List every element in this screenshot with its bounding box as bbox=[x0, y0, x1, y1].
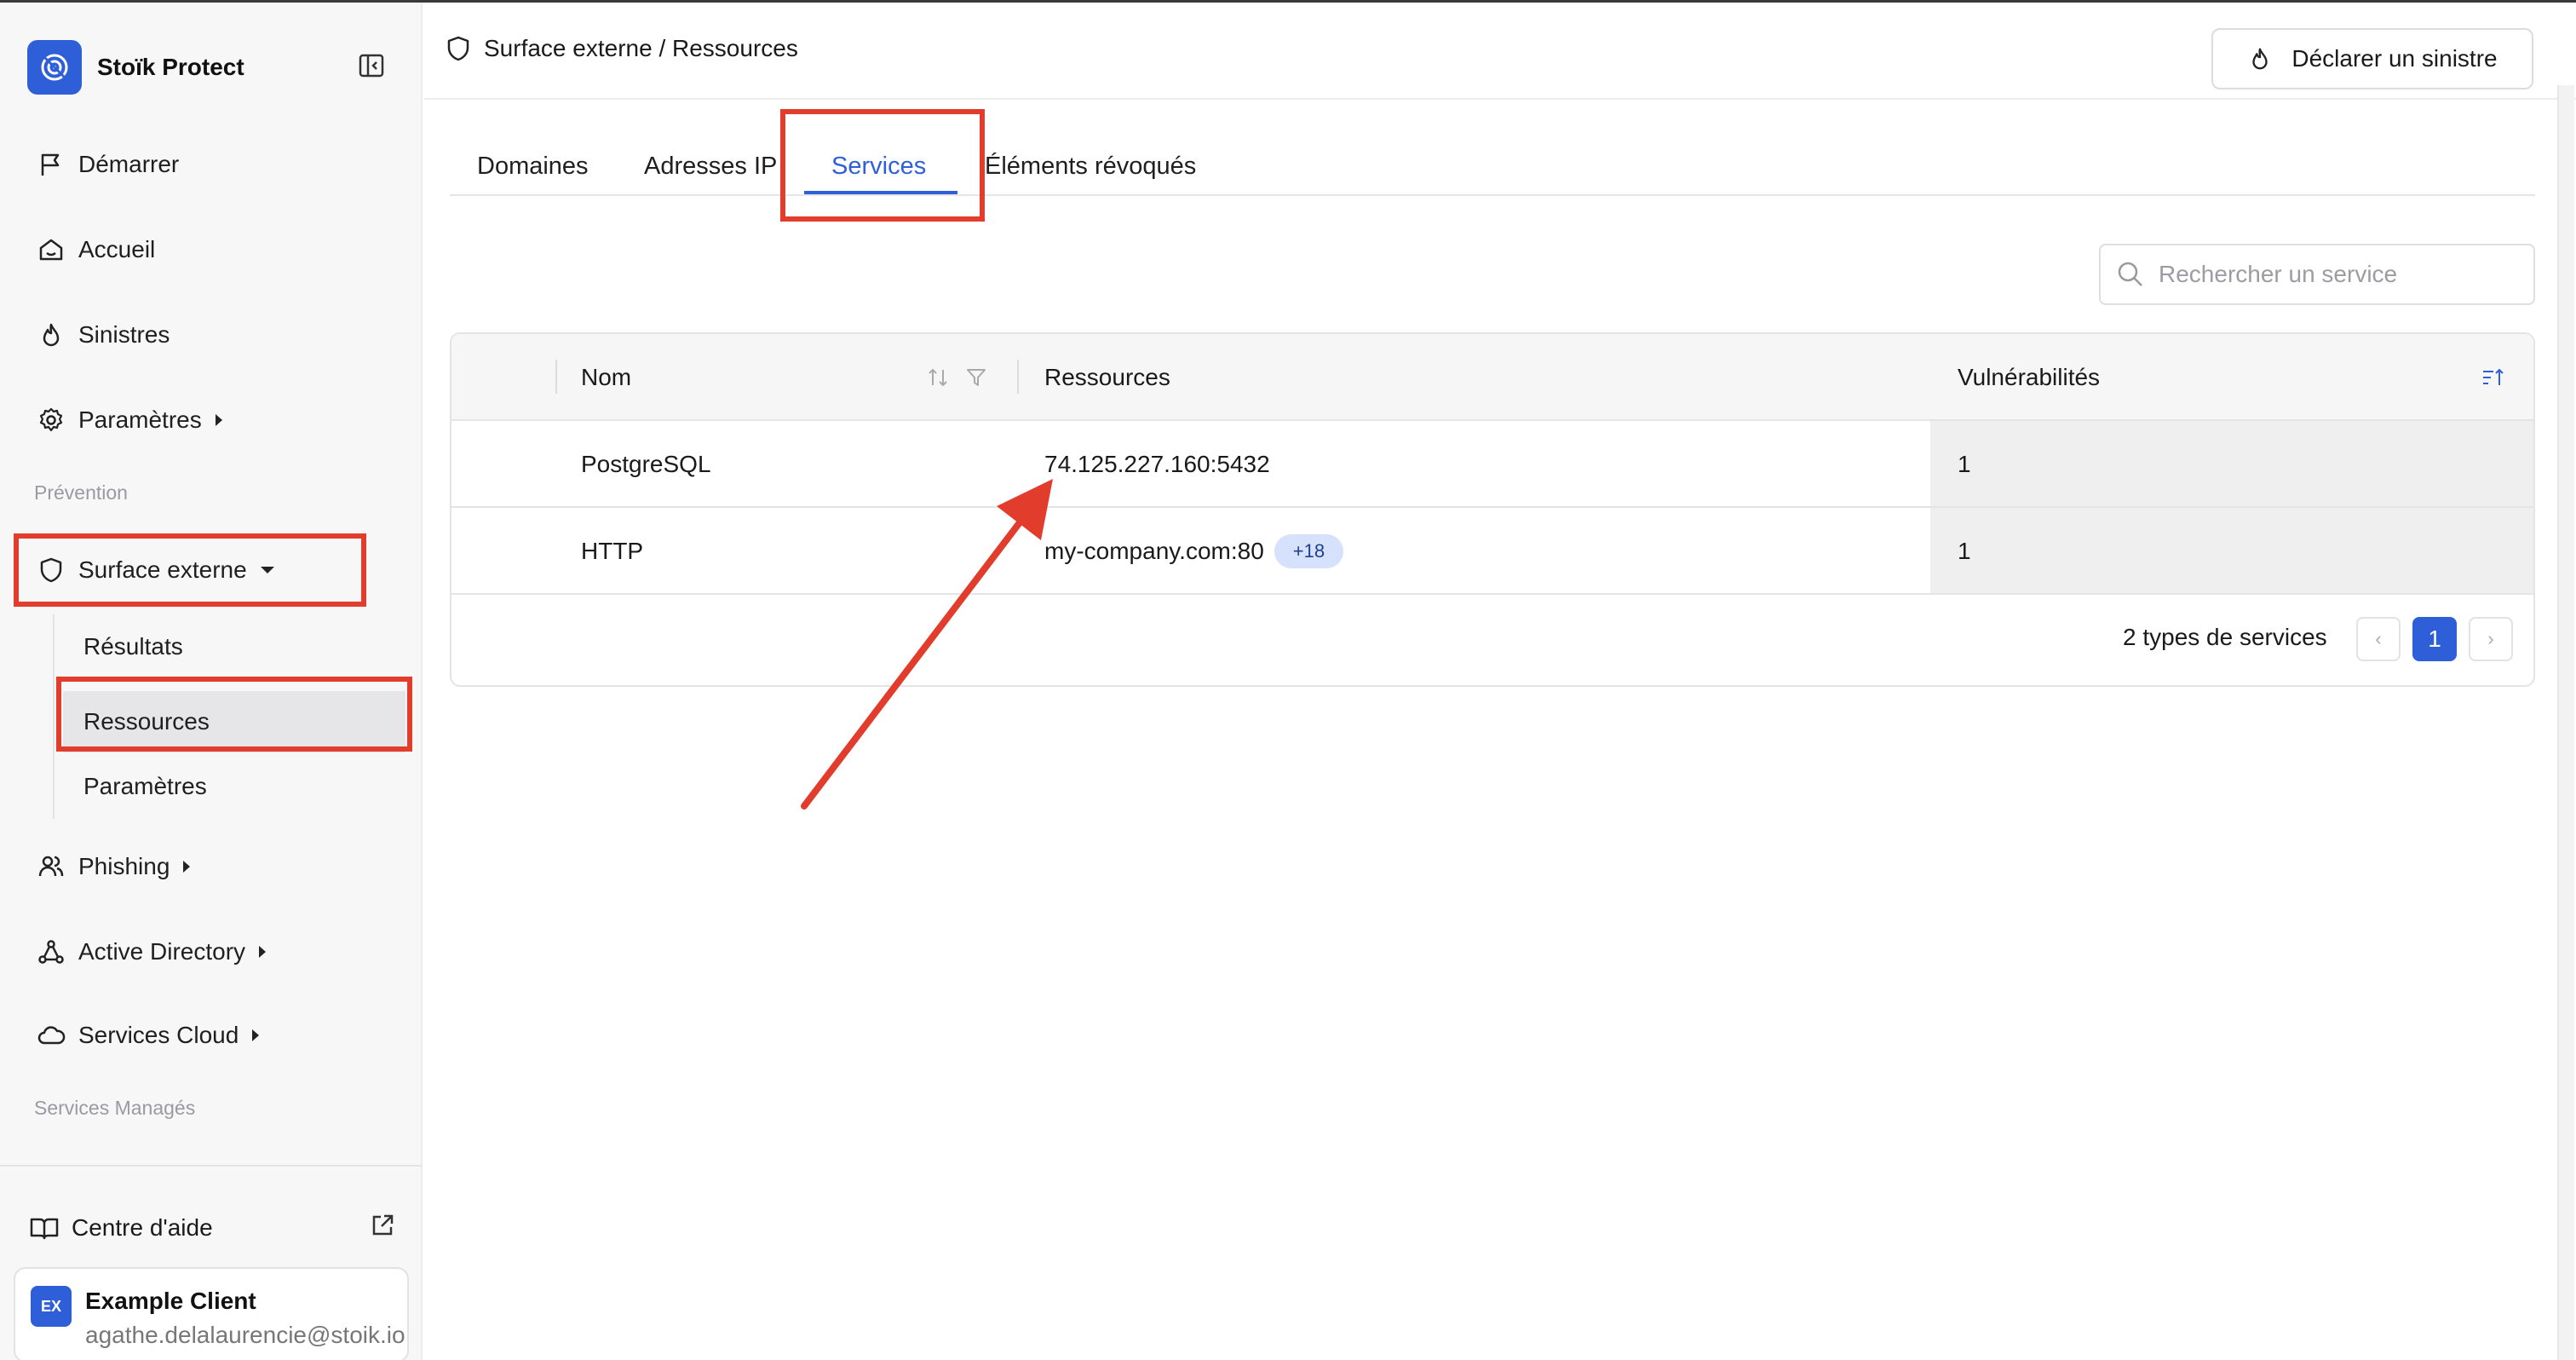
sidebar-item-label: Démarrer bbox=[78, 151, 180, 177]
chevron-left-icon: ‹ bbox=[2375, 628, 2382, 649]
tab-bar: Domaines Adresses IP Services Éléments r… bbox=[450, 136, 2535, 196]
sidebar-subitem-label: Paramètres bbox=[83, 773, 207, 799]
caret-right-icon bbox=[252, 1029, 260, 1041]
breadcrumb-text: Surface externe / Ressources bbox=[484, 35, 798, 61]
sidebar-item-demarrer[interactable]: Démarrer bbox=[34, 141, 179, 188]
help-center-label: Centre d'aide bbox=[72, 1214, 213, 1241]
sidebar-item-label: Active Directory bbox=[78, 938, 246, 965]
network-icon bbox=[34, 935, 68, 969]
sidebar-item-phishing[interactable]: Phishing bbox=[34, 843, 191, 890]
users-icon bbox=[34, 850, 68, 884]
gear-icon bbox=[34, 403, 68, 437]
external-link-icon bbox=[370, 1213, 395, 1244]
tab-domaines[interactable]: Domaines bbox=[477, 136, 589, 196]
filter-icon[interactable] bbox=[964, 334, 988, 421]
section-label-prevention: Prévention bbox=[34, 481, 128, 504]
sidebar-item-label: Services Cloud bbox=[78, 1022, 239, 1048]
column-divider bbox=[1017, 360, 1019, 394]
chevron-right-icon: › bbox=[2487, 628, 2494, 649]
book-icon bbox=[29, 1214, 60, 1242]
flame-icon bbox=[34, 318, 68, 352]
sidebar-item-accueil[interactable]: Accueil bbox=[34, 226, 155, 274]
caret-right-icon bbox=[215, 414, 222, 426]
column-header-vulnerabilites[interactable]: Vulnérabilités bbox=[1958, 334, 2100, 421]
flame-icon bbox=[2247, 45, 2273, 72]
declare-incident-button[interactable]: Déclarer un sinistre bbox=[2211, 28, 2533, 89]
caret-right-icon bbox=[183, 861, 191, 873]
resource-value: my-company.com:80 bbox=[1044, 538, 1264, 564]
tab-elements-revoques[interactable]: Éléments révoqués bbox=[985, 136, 1196, 196]
cell-vulnerabilities: 1 bbox=[1958, 538, 1971, 564]
sidebar-subitem-resultats[interactable]: Résultats bbox=[83, 623, 183, 671]
brand-name: Stoïk Protect bbox=[97, 54, 244, 80]
sort-icon[interactable] bbox=[925, 334, 951, 421]
cell-service-name: PostgreSQL bbox=[581, 451, 711, 477]
home-icon bbox=[34, 233, 68, 267]
divider bbox=[0, 1165, 423, 1167]
search-icon bbox=[2116, 260, 2145, 289]
cell-resource: my-company.com:80 +18 bbox=[1044, 508, 1344, 595]
brand[interactable]: Stoïk Protect bbox=[27, 40, 244, 95]
user-name: Example Client bbox=[85, 1288, 256, 1314]
sort-desc-icon[interactable] bbox=[2481, 334, 2506, 421]
declare-incident-label: Déclarer un sinistre bbox=[2291, 45, 2498, 72]
more-resources-badge[interactable]: +18 bbox=[1274, 534, 1344, 568]
sidebar-item-active-directory[interactable]: Active Directory bbox=[34, 928, 267, 976]
scrollbar[interactable] bbox=[2557, 85, 2574, 1360]
table-row[interactable]: PostgreSQL 74.125.227.160:5432 1 bbox=[451, 421, 2533, 508]
sidebar-item-label: Accueil bbox=[78, 236, 156, 262]
column-divider bbox=[555, 360, 557, 394]
user-email: agathe.delalaurencie@stoik.io bbox=[85, 1322, 405, 1348]
search-input[interactable] bbox=[2159, 261, 2516, 288]
sidebar-item-label: Sinistres bbox=[78, 321, 170, 348]
sidebar-item-parametres[interactable]: Paramètres bbox=[34, 396, 222, 444]
caret-right-icon bbox=[259, 946, 267, 958]
result-count: 2 types de services bbox=[2123, 624, 2327, 650]
highlight-box-ressources bbox=[56, 677, 412, 752]
brand-logo-icon bbox=[27, 40, 82, 95]
cell-resource: 74.125.227.160:5432 bbox=[1044, 421, 1270, 508]
tab-adresses-ip[interactable]: Adresses IP bbox=[644, 136, 777, 196]
sidebar-subitem-label: Résultats bbox=[83, 633, 183, 660]
highlight-box-services-tab bbox=[780, 109, 985, 222]
submenu-line bbox=[53, 614, 55, 819]
shield-icon bbox=[445, 35, 472, 62]
user-card[interactable]: EX Example Client agathe.delalaurencie@s… bbox=[14, 1267, 409, 1360]
cell-vulnerabilities: 1 bbox=[1958, 451, 1971, 477]
sidebar-item-label: Phishing bbox=[78, 853, 170, 879]
cell-service-name: HTTP bbox=[581, 538, 644, 564]
resource-value: 74.125.227.160:5432 bbox=[1044, 451, 1270, 477]
flag-icon bbox=[34, 147, 68, 182]
pagination-prev-button[interactable]: ‹ bbox=[2356, 617, 2401, 661]
highlight-box-surface-externe bbox=[14, 533, 366, 607]
pagination-page-current[interactable]: 1 bbox=[2412, 617, 2457, 661]
sidebar-item-sinistres[interactable]: Sinistres bbox=[34, 311, 170, 359]
avatar: EX bbox=[31, 1286, 72, 1327]
services-table: Nom Ressources Vulnérabilités PostgreSQL… bbox=[450, 332, 2535, 687]
cloud-icon bbox=[34, 1018, 68, 1052]
help-center-link[interactable]: Centre d'aide bbox=[29, 1206, 395, 1250]
column-header-ressources[interactable]: Ressources bbox=[1044, 334, 1170, 421]
section-label-services-manages: Services Managés bbox=[34, 1097, 196, 1119]
table-header: Nom Ressources Vulnérabilités bbox=[451, 334, 2533, 421]
page-header: Surface externe / Ressources Déclarer un… bbox=[424, 3, 2576, 100]
sidebar-subitem-parametres[interactable]: Paramètres bbox=[83, 763, 207, 810]
table-row[interactable]: HTTP my-company.com:80 +18 1 bbox=[451, 508, 2533, 595]
pagination-next-button[interactable]: › bbox=[2469, 617, 2513, 661]
collapse-sidebar-icon[interactable] bbox=[354, 49, 388, 83]
sidebar-item-services-cloud[interactable]: Services Cloud bbox=[34, 1011, 260, 1059]
breadcrumb: Surface externe / Ressources bbox=[445, 35, 798, 62]
column-header-nom[interactable]: Nom bbox=[581, 334, 631, 421]
search-box[interactable] bbox=[2099, 244, 2535, 305]
sidebar-item-label: Paramètres bbox=[78, 406, 202, 433]
